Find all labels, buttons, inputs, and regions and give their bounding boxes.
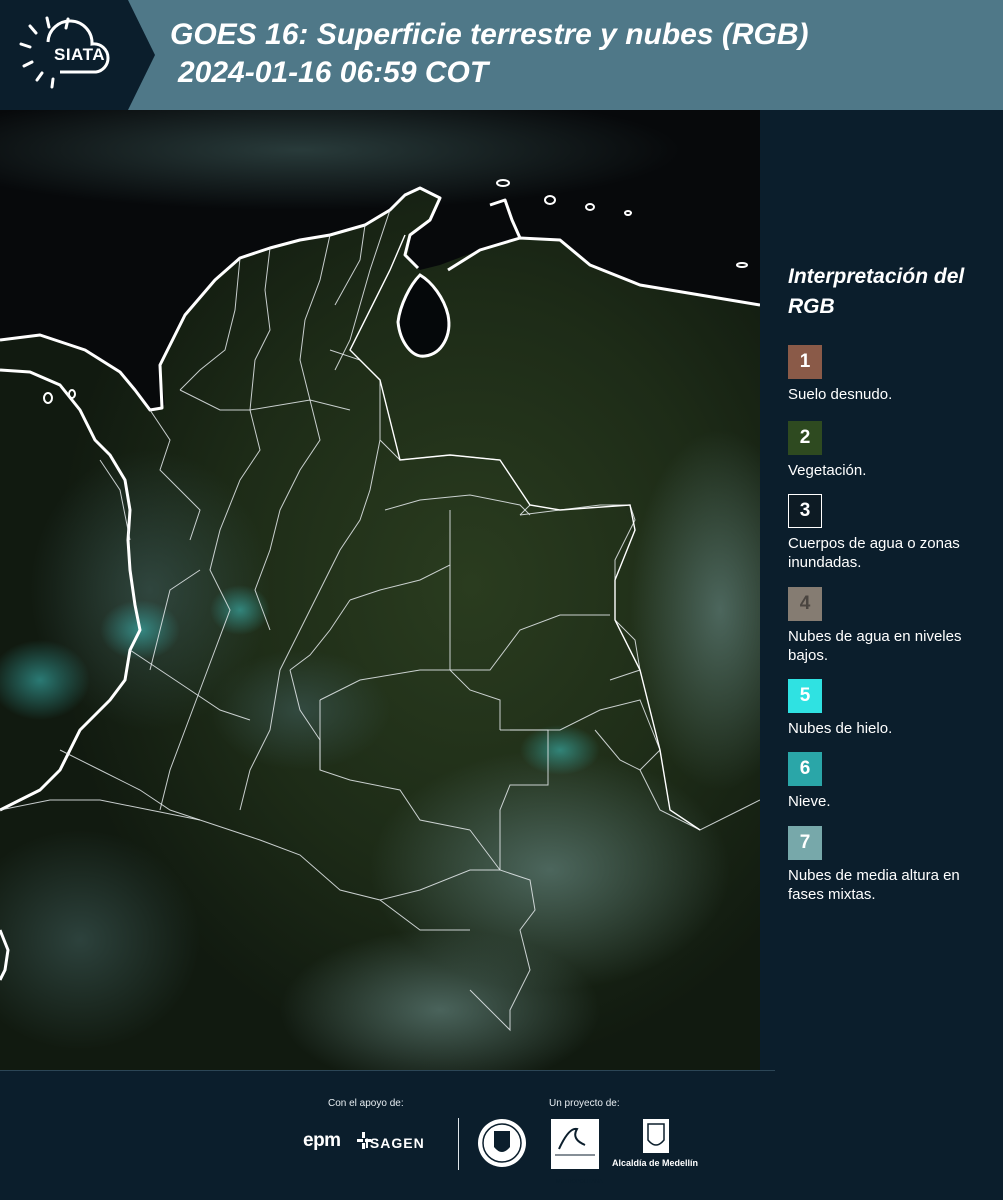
legend-label: Suelo desnudo. [788,386,893,403]
legend-label: Nieve. [788,793,831,810]
legend-item-mid-clouds: 7 Nubes de media altura en fases mixtas. [788,826,998,904]
medellin-seal-icon [478,1119,526,1167]
legend-swatch: 5 [788,679,822,713]
legend-item-low-clouds: 4 Nubes de agua en niveles bajos. [788,587,998,665]
project-label: Un proyecto de: [549,1098,620,1109]
title-line-1: GOES 16: Superficie terrestre y nubes (R… [170,18,809,51]
area-metropolitana-logo [551,1119,599,1169]
legend-title: Interpretación del RGB [788,265,965,318]
footer-divider [0,1070,775,1071]
legend-label: Cuerpos de agua o zonas inundadas. [788,535,960,571]
alcaldia-shield-icon [643,1119,669,1153]
legend-item-vegetation: 2 Vegetación. [788,421,998,480]
epm-logo: epm [303,1130,341,1151]
logo-text: SIATA [54,45,105,64]
legend-panel: Interpretación del RGB 1 Suelo desnudo. … [760,110,1003,1070]
metro-caption: METROPOLITANA [556,1179,603,1185]
ice-cloud-east [520,725,600,775]
legend-swatch: 1 [788,345,822,379]
legend-swatch: 7 [788,826,822,860]
legend-label: Nubes de agua en niveles bajos. [788,628,962,664]
legend-label: Nubes de hielo. [788,720,893,737]
siata-logo: SIATA [0,0,155,110]
legend-label: Nubes de media altura en fases mixtas. [788,867,960,903]
alcaldia-logo-text: Alcaldía de Medellín [612,1158,699,1168]
legend-item-snow: 6 Nieve. [788,752,998,811]
ice-cloud-andes [210,585,270,635]
legend-swatch: 4 [788,587,822,621]
map-canvas [0,110,760,1070]
legend-swatch: 2 [788,421,822,455]
legend-item-ice-clouds: 5 Nubes de hielo. [788,679,998,738]
footer: Con el apoyo de: Un proyecto de: epm ISA… [0,1070,1003,1200]
legend-swatch: 3 [788,494,822,528]
footer-separator [458,1118,459,1170]
title-line-2: 2024-01-16 06:59 COT [178,56,489,89]
satellite-map [0,110,760,1070]
legend-label: Vegetación. [788,462,867,479]
legend-swatch: 6 [788,752,822,786]
header: SIATA GOES 16: Superficie terrestre y nu… [0,0,1003,110]
isagen-logo: ISAGEN [365,1135,425,1151]
page-title: GOES 16: Superficie terrestre y nubes (R… [170,16,809,92]
support-label: Con el apoyo de: [328,1098,404,1109]
legend-item-bare-soil: 1 Suelo desnudo. [788,345,998,404]
legend-item-water: 3 Cuerpos de agua o zonas inundadas. [788,494,998,572]
